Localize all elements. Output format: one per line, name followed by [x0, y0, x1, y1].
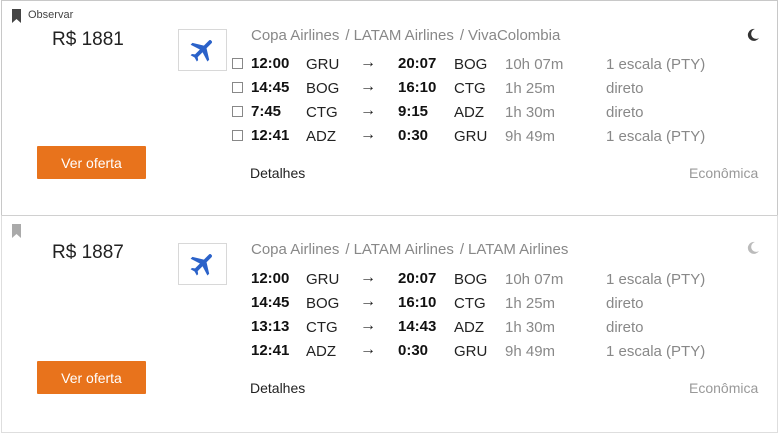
origin-airport: BOG	[306, 80, 340, 97]
arrow-icon: →	[360, 78, 376, 95]
stops: 1 escala (PTY)	[606, 271, 706, 288]
departure-time: 12:00	[251, 55, 290, 72]
airline-name: Copa Airlines	[251, 241, 340, 258]
price: R$ 1887	[52, 242, 124, 263]
arrow-icon: →	[360, 126, 376, 143]
moon-icon	[747, 28, 759, 41]
details-link[interactable]: Detalhes	[250, 165, 305, 181]
watch-label[interactable]: Observar	[28, 9, 73, 21]
plane-icon	[190, 40, 212, 62]
duration: 1h 25m	[505, 295, 556, 312]
view-offer-button[interactable]: Ver oferta	[37, 361, 146, 394]
airline-names: Copa Airlines / LATAM Airlines / VivaColombi…	[251, 27, 560, 44]
departure-time: 12:00	[251, 270, 290, 287]
bookmark-icon[interactable]	[12, 9, 21, 23]
destination-airport: BOG	[454, 56, 488, 73]
airline-name: LATAM Airlines	[353, 241, 454, 258]
airline-name: LATAM Airlines	[468, 241, 569, 258]
leg-checkbox[interactable]	[232, 58, 243, 69]
airline-separator: /	[345, 27, 350, 44]
stops: direto	[606, 295, 644, 312]
details-link[interactable]: Detalhes	[250, 380, 305, 396]
stops: direto	[606, 104, 644, 121]
airline-separator: /	[459, 241, 465, 258]
stops: direto	[606, 80, 644, 97]
stops: 1 escala (PTY)	[606, 56, 706, 73]
arrival-time: 16:10	[398, 79, 437, 96]
view-offer-button[interactable]: Ver oferta	[37, 146, 146, 179]
stops: direto	[606, 319, 644, 336]
destination-airport: GRU	[454, 343, 488, 360]
arrow-icon: →	[360, 341, 376, 358]
departure-time: 14:45	[251, 79, 290, 96]
departure-time: 12:41	[251, 342, 290, 359]
leg-checkbox[interactable]	[232, 82, 243, 93]
duration: 1h 25m	[505, 80, 556, 97]
arrow-icon: →	[360, 54, 376, 71]
bookmark-icon[interactable]	[12, 224, 21, 238]
duration: 10h 07m	[505, 56, 564, 73]
arrow-icon: →	[360, 317, 376, 334]
arrival-time: 16:10	[398, 294, 437, 311]
duration: 1h 30m	[505, 319, 556, 336]
flight-result-card: R$ 1887 Copa Airlines / LATAM Airlines / LAT…	[1, 215, 778, 433]
departure-time: 13:13	[251, 318, 290, 335]
duration: 9h 49m	[505, 343, 556, 360]
flight-result-card: Observar R$ 1881 Copa Airlines / LATAM Air…	[1, 0, 778, 216]
destination-airport: CTG	[454, 295, 486, 312]
leg-checkbox[interactable]	[232, 130, 243, 141]
airline-name: VivaColombia	[468, 27, 561, 44]
stops: 1 escala (PTY)	[606, 128, 706, 145]
airline-name: LATAM Airlines	[353, 27, 454, 44]
airline-names: Copa Airlines / LATAM Airlines / LATAM Airli…	[251, 241, 568, 258]
duration: 1h 30m	[505, 104, 556, 121]
duration: 10h 07m	[505, 271, 564, 288]
origin-airport: CTG	[306, 319, 338, 336]
airline-logo	[178, 243, 227, 285]
arrival-time: 14:43	[398, 318, 437, 335]
arrival-time: 9:15	[398, 103, 429, 120]
arrow-icon: →	[360, 102, 376, 119]
departure-time: 12:41	[251, 127, 290, 144]
cabin-class: Econômica	[689, 165, 759, 181]
origin-airport: BOG	[306, 295, 340, 312]
arrow-icon: →	[360, 293, 376, 310]
departure-time: 14:45	[251, 294, 290, 311]
origin-airport: ADZ	[306, 128, 336, 145]
departure-time: 7:45	[251, 103, 282, 120]
destination-airport: CTG	[454, 80, 486, 97]
origin-airport: ADZ	[306, 343, 336, 360]
destination-airport: ADZ	[454, 319, 484, 336]
destination-airport: ADZ	[454, 104, 484, 121]
plane-icon	[190, 254, 212, 276]
destination-airport: GRU	[454, 128, 488, 145]
origin-airport: CTG	[306, 104, 338, 121]
price: R$ 1881	[52, 29, 124, 50]
origin-airport: GRU	[306, 56, 340, 73]
airline-separator: /	[459, 27, 465, 44]
airline-logo	[178, 29, 227, 71]
duration: 9h 49m	[505, 128, 556, 145]
airline-name: Copa Airlines	[251, 27, 340, 44]
moon-icon	[747, 241, 759, 254]
arrow-icon: →	[360, 269, 376, 286]
destination-airport: BOG	[454, 271, 488, 288]
arrival-time: 20:07	[398, 270, 437, 287]
stops: 1 escala (PTY)	[606, 343, 706, 360]
leg-checkbox[interactable]	[232, 106, 243, 117]
airline-separator: /	[345, 241, 350, 258]
arrival-time: 20:07	[398, 55, 437, 72]
arrival-time: 0:30	[398, 127, 429, 144]
cabin-class: Econômica	[689, 380, 759, 396]
arrival-time: 0:30	[398, 342, 429, 359]
origin-airport: GRU	[306, 271, 340, 288]
